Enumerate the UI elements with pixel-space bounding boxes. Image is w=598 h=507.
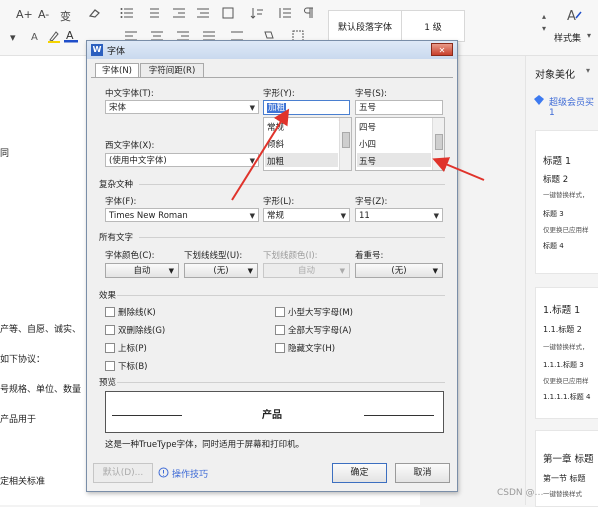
arrow-to-size-list [432, 157, 485, 181]
arrow-to-style-input [231, 108, 290, 201]
annotation-arrows [231, 108, 485, 201]
